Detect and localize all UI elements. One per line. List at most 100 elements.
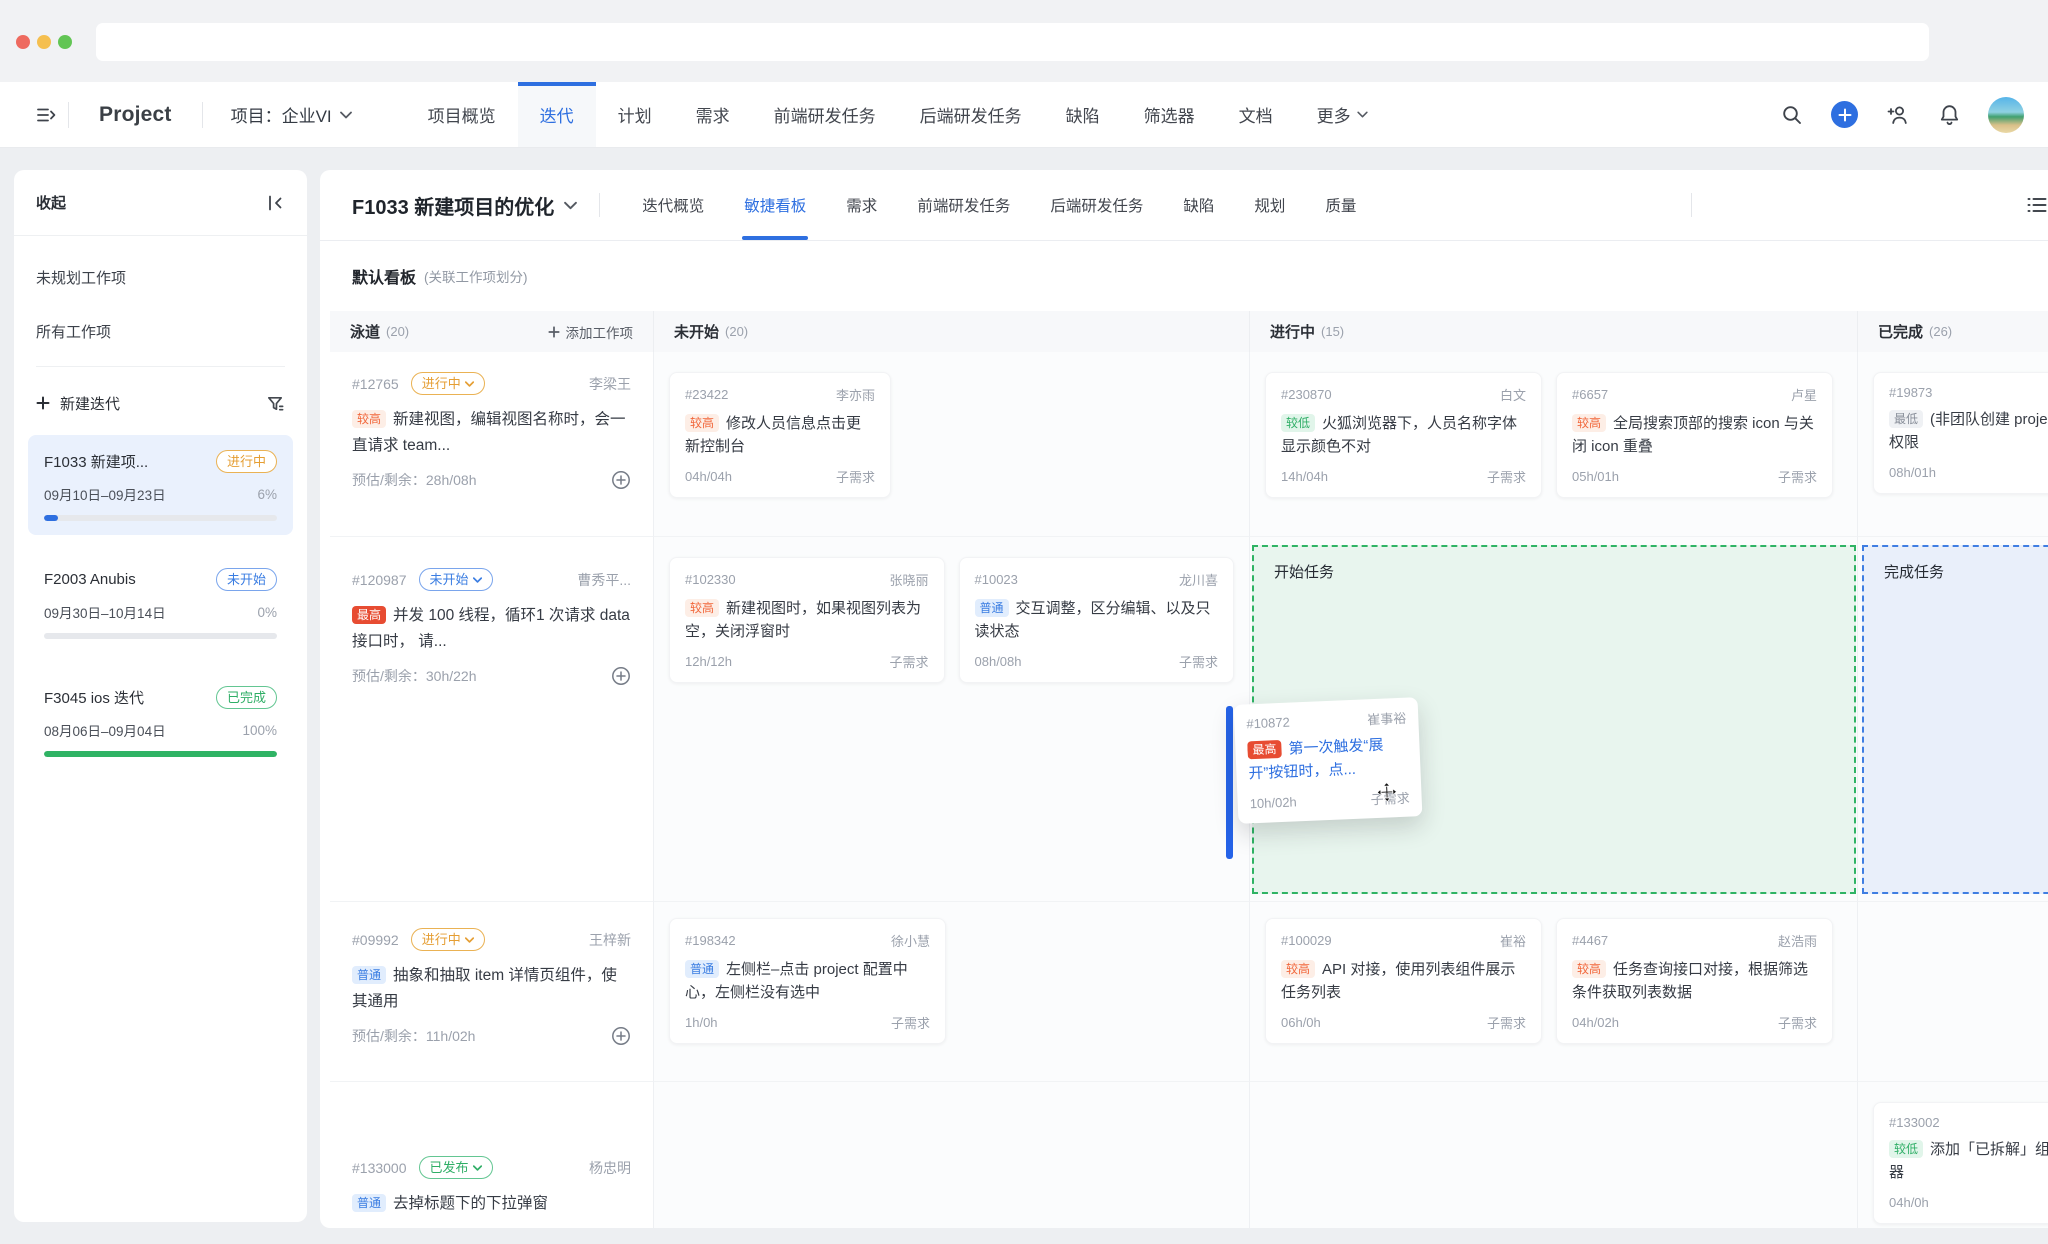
assignee: 崔事裕 [1367, 708, 1407, 729]
search-icon[interactable] [1780, 103, 1804, 127]
status-dropdown[interactable]: 进行中 [411, 372, 485, 395]
tab-agile-board[interactable]: 敏捷看板 [724, 170, 826, 240]
priority-badge: 最高 [352, 606, 386, 624]
window-zoom-button[interactable] [58, 35, 72, 49]
dropzone-finish-task[interactable]: 完成任务 [1862, 545, 2048, 894]
status-dropdown[interactable]: 未开始 [419, 568, 493, 591]
priority-badge: 普通 [685, 960, 719, 978]
task-title: 新建视图，编辑视图名称时，会一直请求 team... [352, 411, 626, 454]
task-id: #120987 [352, 572, 407, 588]
notifications-bell-icon[interactable] [1938, 103, 1961, 127]
sidebar-collapse-icon[interactable] [265, 193, 285, 213]
progress-bar [44, 515, 277, 521]
invite-member-icon[interactable] [1885, 103, 1911, 127]
plus-icon [1838, 108, 1852, 122]
hours: 05h/01h [1572, 469, 1619, 484]
assignee: 赵浩雨 [1778, 931, 1817, 950]
task-card-102330[interactable]: #102330张晓丽 较高新建视图时，如果视图列表为空，关闭浮窗时 12h/12… [669, 557, 945, 683]
work-item-133000[interactable]: #133000 已发布 杨忠明 普通去掉标题下的下拉弹窗 [352, 1156, 631, 1228]
iteration-percent: 6% [257, 487, 277, 502]
assignee: 杨忠明 [589, 1158, 631, 1178]
nav-tab-frontend[interactable]: 前端研发任务 [752, 82, 898, 147]
list-view-icon[interactable] [2026, 195, 2048, 215]
iteration-card-f1033[interactable]: F1033 新建项... 进行中 09月10日–09月23日 6% [28, 435, 293, 535]
chevron-down-icon [1357, 111, 1368, 118]
dragged-task-card-10872[interactable]: #10872崔事裕 最高第一次触发“展开”按钮时，点... 10h/02h子需求 [1234, 697, 1423, 823]
task-id: #19873 [1889, 385, 1932, 400]
tab-quality[interactable]: 质量 [1305, 170, 1376, 240]
hours: 06h/0h [1281, 1015, 1321, 1030]
task-id: #6657 [1572, 387, 1608, 402]
work-item-09992[interactable]: #09992 进行中 王梓新 普通抽象和抽取 item 详情页组件，使其通用 预… [352, 928, 631, 1046]
nav-tab-docs[interactable]: 文档 [1217, 82, 1295, 147]
sidebar-item-unplanned[interactable]: 未规划工作项 [14, 250, 307, 304]
status-dropdown[interactable]: 已发布 [419, 1156, 493, 1179]
task-card-19873[interactable]: #19873 最低(非团队创建 project 管 理员权限 08h/01h子需… [1873, 372, 2048, 494]
status-dropdown[interactable]: 进行中 [411, 928, 485, 951]
task-card-23422[interactable]: #23422李亦雨 较高修改人员信息点击更新控制台 04h/04h子需求 [669, 372, 891, 498]
nav-tabs: 项目概览 迭代 计划 需求 前端研发任务 后端研发任务 缺陷 筛选器 文档 更多 [406, 82, 1390, 147]
user-avatar[interactable] [1988, 97, 2024, 133]
nav-tab-filter[interactable]: 筛选器 [1122, 82, 1217, 147]
iteration-card-f3045[interactable]: F3045 ios 迭代 已完成 08月06日–09月04日 100% [28, 671, 293, 771]
work-item-12765[interactable]: #12765 进行中 李梁王 较高新建视图，编辑视图名称时，会一直请求 team… [352, 372, 631, 490]
sidebar-item-all[interactable]: 所有工作项 [14, 304, 307, 358]
work-item-120987[interactable]: #120987 未开始 曹秀平... 最高并发 100 线程，循环1 次请求 d… [352, 568, 631, 686]
priority-badge: 普通 [352, 1194, 386, 1212]
iteration-name: F1033 新建项... [44, 451, 148, 472]
iteration-card-f2003[interactable]: F2003 Anubis 未开始 09月30日–10月14日 0% [28, 553, 293, 653]
tab-planning[interactable]: 规划 [1234, 170, 1305, 240]
nav-tab-defect[interactable]: 缺陷 [1044, 82, 1122, 147]
create-button[interactable] [1831, 101, 1858, 128]
tab-backend[interactable]: 后端研发任务 [1030, 170, 1163, 240]
priority-badge: 较高 [685, 414, 719, 432]
nav-tab-backend[interactable]: 后端研发任务 [898, 82, 1044, 147]
add-work-item-button[interactable]: 添加工作项 [548, 322, 634, 342]
task-type: 子需求 [836, 467, 875, 486]
nav-tab-requirement[interactable]: 需求 [674, 82, 752, 147]
task-title: 新建视图时，如果视图列表为空，关闭浮窗时 [685, 600, 921, 640]
iteration-title-dropdown[interactable]: F1033 新建项目的优化 [352, 170, 577, 240]
task-id: #133002 [1889, 1115, 1940, 1130]
task-card-10023[interactable]: #10023龙川喜 普通交互调整，区分编辑、以及只读状态 08h/08h子需求 [959, 557, 1235, 683]
circle-plus-icon[interactable] [611, 666, 631, 686]
nav-tab-plan[interactable]: 计划 [596, 82, 674, 147]
priority-badge: 普通 [975, 599, 1009, 617]
task-card-198342[interactable]: #198342徐小慧 普通左侧栏–点击 project 配置中心，左侧栏没有选中… [669, 918, 946, 1044]
new-iteration-button[interactable]: 新建迭代 [36, 393, 120, 414]
move-cursor-icon [1377, 782, 1397, 802]
circle-plus-icon[interactable] [611, 1026, 631, 1046]
project-switcher-label: 项目：企业VI [231, 102, 332, 127]
nav-tab-iteration[interactable]: 迭代 [518, 82, 596, 147]
nav-tab-more[interactable]: 更多 [1295, 82, 1390, 147]
task-card-230870[interactable]: #230870白文 较低火狐浏览器下，人员名称字体显示颜色不对 14h/04h子… [1265, 372, 1542, 498]
hours: 12h/12h [685, 654, 732, 669]
plus-icon [36, 396, 50, 410]
window-minimize-button[interactable] [37, 35, 51, 49]
project-switcher[interactable]: 项目：企业VI [203, 102, 380, 127]
hours: 08h/01h [1889, 465, 1936, 480]
address-bar[interactable] [96, 23, 1929, 61]
circle-plus-icon[interactable] [611, 470, 631, 490]
nav-tab-overview[interactable]: 项目概览 [406, 82, 518, 147]
priority-badge: 普通 [352, 966, 386, 984]
tab-defect[interactable]: 缺陷 [1163, 170, 1234, 240]
page-title: F1033 新建项目的优化 [352, 191, 554, 220]
global-menu-icon[interactable] [24, 104, 68, 126]
task-card-4467[interactable]: #4467赵浩雨 较高任务查询接口对接，根据筛选条件获取列表数据 04h/02h… [1556, 918, 1833, 1044]
tab-iteration-overview[interactable]: 迭代概览 [622, 170, 724, 240]
dropzone-label: 开始任务 [1274, 564, 1334, 581]
status-badge: 未开始 [216, 568, 277, 591]
chevron-down-icon [564, 201, 577, 210]
tab-frontend[interactable]: 前端研发任务 [897, 170, 1030, 240]
filter-icon[interactable] [266, 394, 285, 413]
task-card-6657[interactable]: #6657卢星 较高全局搜索顶部的搜索 icon 与关闭 icon 重叠 05h… [1556, 372, 1833, 498]
board-row: #12765 进行中 李梁王 较高新建视图，编辑视图名称时，会一直请求 team… [330, 352, 2048, 537]
task-card-133002[interactable]: #133002 较低添加「已拆解」组件默认筛选器 04h/0h子需求 [1873, 1102, 2048, 1224]
tab-requirement[interactable]: 需求 [826, 170, 897, 240]
task-card-100029[interactable]: #100029崔裕 较高API 对接，使用列表组件展示任务列表 06h/0h子需… [1265, 918, 1542, 1044]
priority-badge: 最高 [1247, 740, 1282, 759]
window-close-button[interactable] [16, 35, 30, 49]
kanban-board: 泳道 (20) 添加工作项 未开始 (20) 进行中 (15) 已完成 (26) [330, 311, 2048, 1228]
task-title: 去掉标题下的下拉弹窗 [393, 1195, 548, 1212]
